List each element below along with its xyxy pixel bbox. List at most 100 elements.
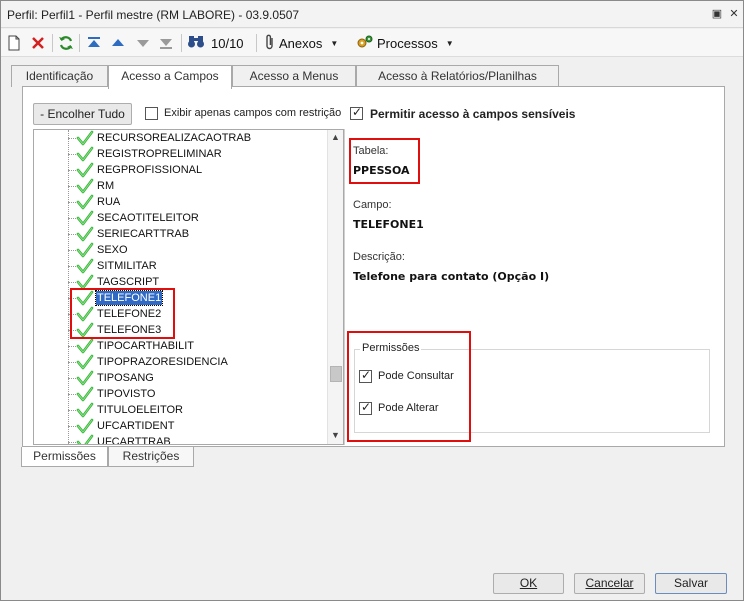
tabela-highlight-box [349,138,420,184]
toolbar-separator [52,34,53,52]
tab-identificacao[interactable]: Identificação [11,65,108,87]
tree-item[interactable]: SEXO [34,242,329,258]
tree-item-label: REGISTROPRELIMINAR [97,148,222,160]
binoculars-icon [187,35,205,52]
paperclip-icon [264,34,276,53]
tree-item[interactable]: TIPOSANG [34,370,329,386]
window-title: Perfil: Perfil1 - Perfil mestre (RM LABO… [7,8,300,22]
pane-divider [344,129,345,445]
green-check-icon [76,386,94,402]
tree-item[interactable]: UFCARTIDENT [34,418,329,434]
tree-item-label: TAGSCRIPT [97,276,160,288]
tree-item[interactable]: REGISTROPRELIMINAR [34,146,329,162]
tree-item[interactable]: TITULOELEITOR [34,402,329,418]
tree-item-label: SITMILITAR [97,260,157,272]
permissoes-highlight-box [347,331,471,442]
green-check-icon [76,130,94,146]
descricao-label: Descrição: [353,251,405,263]
toolbar-separator [256,34,257,52]
green-check-icon [76,258,94,274]
close-icon[interactable]: ✕ [727,7,741,21]
refresh-icon[interactable] [58,33,74,53]
tab-acesso-relatorios[interactable]: Acesso à Relatórios/Planilhas [356,65,559,87]
tree-item-label: RM [97,180,115,192]
ok-button[interactable]: OK [493,573,564,594]
tree-item-label: REGPROFISSIONAL [97,164,203,176]
tree-item[interactable]: TIPOVISTO [34,386,329,402]
delete-icon[interactable] [31,33,45,53]
toolbar: 10/10 Anexos ▼ Processos ▼ [1,29,743,57]
toolbar-separator [181,34,182,52]
collapse-all-button[interactable]: - Encolher Tudo [33,103,132,125]
restore-icon[interactable]: ▣ [710,7,724,21]
sensitive-fields-label: Permitir acesso à campos sensíveis [370,107,576,121]
green-check-icon [76,162,94,178]
tree-item-label: TIPOSANG [97,372,154,384]
tab-acesso-a-menus[interactable]: Acesso a Menus [232,65,356,87]
save-label: Salvar [673,576,708,590]
only-restricted-label: Exibir apenas campos com restrição [164,107,342,119]
tree-item-label: UFCARTTRAB [97,436,171,445]
last-record-icon[interactable] [159,33,173,53]
scroll-down-icon[interactable]: ▼ [331,430,340,440]
green-check-icon [76,338,94,354]
fields-tree[interactable]: RECURSOREALIZACAOTRAB REGISTROPRELIMINAR R… [33,129,344,445]
anexos-label: Anexos [279,35,323,51]
acesso-campos-panel: - Encolher Tudo Exibir apenas campos com… [22,86,725,447]
tree-item-label: TIPOCARTHABILIT [97,340,194,352]
first-record-icon[interactable] [87,33,101,53]
green-check-icon [76,226,94,242]
tree-scrollbar[interactable]: ▲ ▼ [327,130,343,444]
tree-item-label: RUA [97,196,121,208]
record-counter: 10/10 [211,35,244,51]
sensitive-fields-checkbox[interactable] [350,105,363,120]
tree-item-label: SEXO [97,244,128,256]
chevron-down-icon: ▼ [445,38,454,48]
scroll-up-icon[interactable]: ▲ [331,132,340,142]
green-check-icon [76,242,94,258]
tab-restricoes[interactable]: Restrições [108,447,194,467]
search-record-button[interactable]: 10/10 [187,33,244,53]
tree-item[interactable]: RECURSOREALIZACAOTRAB [34,130,329,146]
green-check-icon [76,146,94,162]
dialog-footer: OK Cancelar Salvar [1,566,743,600]
descricao-value: Telefone para contato (Opção I) [353,270,550,283]
green-check-icon [76,194,94,210]
ok-label: OK [519,576,538,590]
chevron-down-icon: ▼ [330,38,339,48]
gears-icon [356,34,374,53]
save-button[interactable]: Salvar [655,573,727,594]
anexos-menu-button[interactable]: Anexos ▼ [264,33,338,53]
tree-item[interactable]: RUA [34,194,329,210]
tree-item[interactable]: REGPROFISSIONAL [34,162,329,178]
campo-label: Campo: [353,199,392,211]
tree-item-label: TITULOELEITOR [97,404,183,416]
tree-item[interactable]: SERIECARTTRAB [34,226,329,242]
perfil-window: Perfil: Perfil1 - Perfil mestre (RM LABO… [0,0,744,601]
scroll-thumb[interactable] [330,366,342,382]
cancel-label: Cancelar [585,576,634,590]
next-record-icon[interactable] [136,33,150,53]
previous-record-icon[interactable] [111,33,125,53]
tab-acesso-a-campos[interactable]: Acesso a Campos [108,65,232,89]
tab-permissoes[interactable]: Permissões [21,447,108,467]
tree-item-label: RECURSOREALIZACAOTRAB [97,132,252,144]
tree-item[interactable]: SECAOTITELEITOR [34,210,329,226]
tree-item[interactable]: RM [34,178,329,194]
tree-item[interactable]: UFCARTTRAB [34,434,329,445]
tree-item-label: TIPOVISTO [97,388,156,400]
cancel-button[interactable]: Cancelar [574,573,645,594]
tree-item-label: SECAOTITELEITOR [97,212,199,224]
tree-item-label: TIPOPRAZORESIDENCIA [97,356,228,368]
green-check-icon [76,434,94,444]
new-doc-icon[interactable] [7,33,21,53]
only-restricted-checkbox[interactable] [145,107,158,120]
green-check-icon [76,402,94,418]
processos-label: Processos [377,35,438,51]
processos-menu-button[interactable]: Processos ▼ [356,33,454,53]
tree-item[interactable]: SITMILITAR [34,258,329,274]
tree-item-label: SERIECARTTRAB [97,228,190,240]
green-check-icon [76,354,94,370]
tree-item[interactable]: TIPOCARTHABILIT [34,338,329,354]
tree-item[interactable]: TIPOPRAZORESIDENCIA [34,354,329,370]
